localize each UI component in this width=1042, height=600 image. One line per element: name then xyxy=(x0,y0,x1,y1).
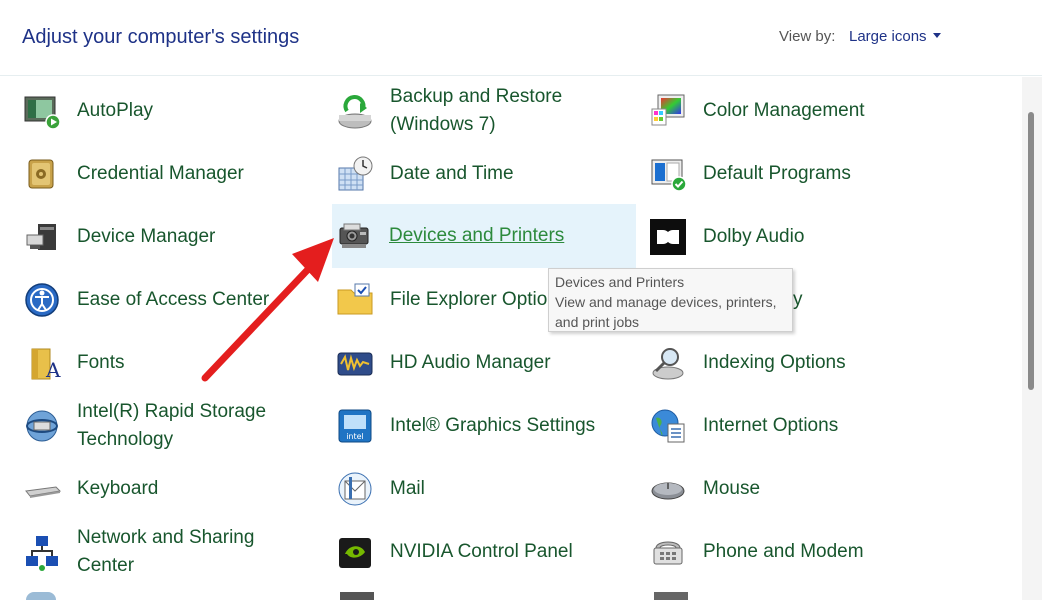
item-label: Date and Time xyxy=(390,163,514,184)
item-label: Default Programs xyxy=(703,163,851,184)
item-label: Backup and Restore (Windows 7) xyxy=(390,86,563,135)
indexing-magnifier-icon xyxy=(646,341,690,385)
item-label: File Explorer Options xyxy=(390,289,558,310)
autoplay-icon xyxy=(20,89,64,133)
color-management-icon xyxy=(646,89,690,133)
item-label: Intel® Graphics Settings xyxy=(390,415,596,436)
printer-camera-icon xyxy=(332,214,376,258)
tooltip-line: and print jobs xyxy=(555,314,640,330)
backup-restore-icon xyxy=(333,89,377,133)
device-manager-icon xyxy=(20,215,64,259)
tooltip-title: Devices and Printers xyxy=(555,274,685,290)
item-keyboard[interactable]: Keyboard xyxy=(20,458,325,520)
globe-icon xyxy=(646,404,690,448)
item-label: Dolby Audio xyxy=(703,226,805,247)
item-device-manager[interactable]: Device Manager xyxy=(20,206,325,268)
item-label: Color Management xyxy=(703,100,865,121)
partial-row-icon xyxy=(340,592,374,600)
phone-modem-icon xyxy=(646,530,690,574)
item-credential-manager[interactable]: Credential Manager xyxy=(20,143,325,205)
item-label: Indexing Options xyxy=(703,352,846,373)
fonts-folder-icon: A xyxy=(20,341,64,385)
chevron-down-icon xyxy=(932,32,941,38)
item-label: Fonts xyxy=(77,352,125,373)
item-mail[interactable]: Mail xyxy=(333,458,636,520)
item-fonts[interactable]: A Fonts xyxy=(20,332,325,394)
partial-row-icon xyxy=(654,592,688,600)
item-devices-printers[interactable]: Devices and Printers xyxy=(332,204,636,268)
item-label: Devices and Printers xyxy=(389,225,565,246)
item-label: HD Audio Manager xyxy=(390,352,551,373)
page-title: Adjust your computer's settings xyxy=(22,26,300,48)
scrollbar-thumb[interactable] xyxy=(1028,112,1034,390)
item-backup-restore[interactable]: Backup and Restore (Windows 7) xyxy=(333,80,636,142)
view-by-label: View by: xyxy=(779,28,836,45)
item-color-management[interactable]: Color Management xyxy=(646,80,1016,142)
svg-text:A: A xyxy=(45,358,61,382)
item-label: NVIDIA Control Panel xyxy=(390,541,573,562)
svg-text:intel: intel xyxy=(346,432,364,441)
control-panel-items: AutoPlay Credential Manager Device Manag… xyxy=(0,77,1022,600)
header: Adjust your computer's settings View by:… xyxy=(0,0,1042,76)
mail-icon xyxy=(333,467,377,511)
keyboard-icon xyxy=(20,467,64,511)
network-icon xyxy=(20,530,64,574)
item-internet-options[interactable]: Internet Options xyxy=(646,395,1016,457)
item-intel-graphics[interactable]: intel Intel® Graphics Settings xyxy=(333,395,636,457)
item-indexing-options[interactable]: Indexing Options xyxy=(646,332,1016,394)
credential-vault-icon xyxy=(20,152,64,196)
folder-check-icon xyxy=(333,278,377,322)
item-file-explorer-options[interactable]: File Explorer Options xyxy=(333,269,558,331)
item-label: y xyxy=(793,289,803,310)
item-label: AutoPlay xyxy=(77,100,154,121)
mouse-icon xyxy=(646,467,690,511)
item-label: Internet Options xyxy=(703,415,839,436)
item-default-programs[interactable]: Default Programs xyxy=(646,143,1016,205)
item-label: Mouse xyxy=(703,478,761,499)
item-label: Network and Sharing Center xyxy=(77,527,255,576)
tooltip-line: View and manage devices, printers, xyxy=(555,294,777,310)
item-date-time[interactable]: Date and Time xyxy=(333,143,636,205)
item-label: Ease of Access Center xyxy=(77,289,270,310)
item-label: Credential Manager xyxy=(77,163,244,184)
audio-wave-icon xyxy=(333,341,377,385)
item-phone-modem[interactable]: Phone and Modem xyxy=(646,521,1016,583)
tooltip: Devices and Printers View and manage dev… xyxy=(548,268,793,332)
dolby-logo-icon xyxy=(646,215,690,259)
item-nvidia-control-panel[interactable]: NVIDIA Control Panel xyxy=(333,521,636,583)
item-label: Phone and Modem xyxy=(703,541,864,562)
view-by-dropdown[interactable]: Large icons xyxy=(849,28,941,45)
ease-of-access-icon xyxy=(20,278,64,322)
item-mouse[interactable]: Mouse xyxy=(646,458,1016,520)
item-ease-of-access[interactable]: Ease of Access Center xyxy=(20,269,325,331)
item-autoplay[interactable]: AutoPlay xyxy=(20,80,325,142)
partial-row-icon xyxy=(26,592,56,600)
item-hd-audio-manager[interactable]: HD Audio Manager xyxy=(333,332,636,394)
item-dolby-audio[interactable]: Dolby Audio xyxy=(646,206,1016,268)
intel-storage-icon xyxy=(20,404,64,448)
default-programs-icon xyxy=(646,152,690,196)
calendar-clock-icon xyxy=(333,152,377,196)
item-label: Device Manager xyxy=(77,226,216,247)
intel-graphics-icon: intel xyxy=(333,404,377,448)
item-network-sharing[interactable]: Network and Sharing Center xyxy=(20,521,325,583)
item-label: Intel(R) Rapid Storage Technology xyxy=(77,401,267,450)
item-label: Keyboard xyxy=(77,478,159,499)
item-intel-rst[interactable]: Intel(R) Rapid Storage Technology xyxy=(20,395,325,457)
nvidia-icon xyxy=(333,530,377,574)
item-label: Mail xyxy=(390,478,425,499)
